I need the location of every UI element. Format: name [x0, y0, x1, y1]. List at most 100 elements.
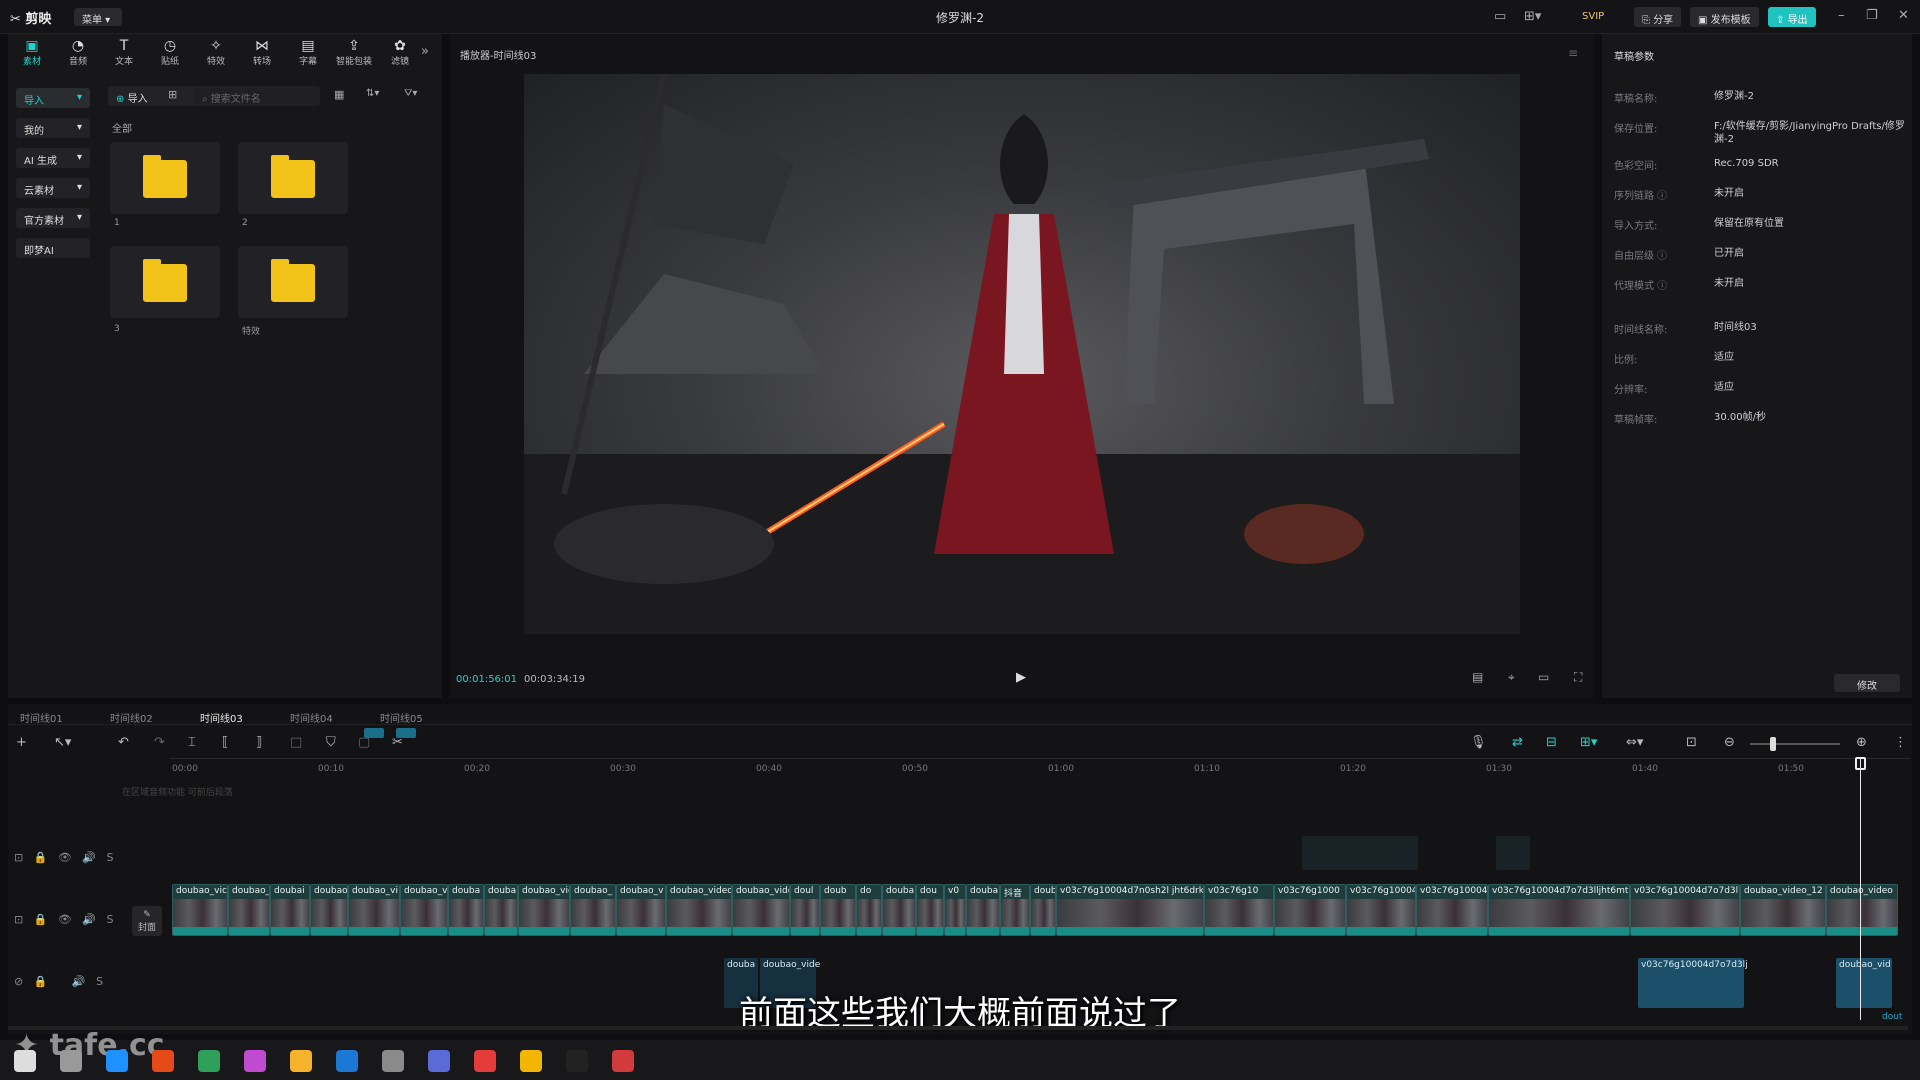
timeline-scrollbar[interactable] — [8, 1026, 1908, 1030]
tool-audio[interactable]: ◔ 音频 — [58, 38, 98, 72]
video-clip[interactable]: v03c76g10004d7o7d3lljht6mt — [1488, 884, 1630, 936]
restore-icon[interactable]: ❐ — [1866, 8, 1878, 23]
more-tools-icon[interactable]: » — [421, 44, 429, 59]
video-clip[interactable]: 抖音 — [1000, 884, 1030, 936]
sidebar-item[interactable]: 云素材 ▾ — [16, 178, 90, 198]
zoom-slider-handle[interactable] — [1770, 737, 1776, 751]
sort-icon[interactable]: ⇅▾ — [366, 88, 379, 99]
video-clip[interactable]: doubao_video — [666, 884, 732, 936]
video-clip[interactable]: doubao_vi — [348, 884, 400, 936]
video-clip[interactable]: doubao_vide — [732, 884, 790, 936]
video-clip[interactable]: doubao_video_12 — [1740, 884, 1826, 936]
sidebar-item[interactable]: 我的 ▾ — [16, 118, 90, 138]
tool-filter[interactable]: ✿ 滤镜 — [380, 38, 420, 72]
store-icon[interactable] — [198, 1050, 220, 1072]
snap-icon[interactable]: ⊟ — [1546, 735, 1557, 750]
player-menu-icon[interactable]: ≡ — [1568, 46, 1578, 60]
link-icon[interactable]: ⇄ — [1512, 735, 1523, 750]
video-clip[interactable]: doubai — [270, 884, 310, 936]
ratio-icon[interactable]: ▭ — [1538, 670, 1549, 684]
video-clip[interactable]: doubao_ — [228, 884, 270, 936]
marker-icon[interactable]: ⛉ — [326, 735, 336, 750]
split-icon[interactable]: ⌶ — [188, 735, 196, 750]
sidebar-item[interactable]: 官方素材 ▾ — [16, 208, 90, 228]
redo-icon[interactable]: ↷ — [154, 735, 165, 750]
video-clip[interactable]: douba — [882, 884, 916, 936]
timeline-tab[interactable]: 时间线03 — [200, 710, 243, 725]
more-icon[interactable]: ⋮ — [1894, 735, 1907, 750]
quality-icon[interactable]: ▤ — [1472, 670, 1483, 684]
search-input[interactable]: ⌕ 搜索文件名 — [194, 86, 320, 106]
zoom-in-icon[interactable]: ⊕ — [1856, 735, 1867, 750]
file-explorer-icon[interactable] — [382, 1050, 404, 1072]
video-clip[interactable]: v03c76g1000 — [1274, 884, 1346, 936]
video-clip[interactable]: do — [856, 884, 882, 936]
chrome-icon[interactable] — [520, 1050, 542, 1072]
folder-2[interactable] — [238, 142, 348, 214]
app-icon[interactable] — [428, 1050, 450, 1072]
video-clip[interactable]: v03c76g10004 — [1416, 884, 1488, 936]
fit-icon[interactable]: ⊡ — [1686, 735, 1697, 750]
search-icon[interactable] — [60, 1050, 82, 1072]
mail-icon[interactable] — [244, 1050, 266, 1072]
video-clip[interactable]: doubao_vid — [518, 884, 570, 936]
video-clip[interactable]: doubao_vic — [172, 884, 228, 936]
timeline-tab[interactable]: 时间线04 — [290, 710, 333, 725]
video-clip[interactable]: doubao_video — [1826, 884, 1898, 936]
video-clip[interactable]: douba — [966, 884, 1000, 936]
media-player-icon[interactable] — [290, 1050, 312, 1072]
microphone-icon[interactable]: 🎙 — [1470, 735, 1487, 750]
play-icon[interactable]: ▶ — [1016, 670, 1026, 685]
timeline-tab[interactable]: 时间线02 — [110, 710, 153, 725]
filter-icon[interactable]: ⛛▾ — [404, 88, 417, 99]
sidebar-item[interactable]: 即梦AI — [16, 238, 90, 258]
start-icon[interactable] — [14, 1050, 36, 1072]
split-left-icon[interactable]: ⟦ — [222, 735, 228, 750]
publish-template-button[interactable]: ▣ 发布模板 — [1690, 7, 1759, 27]
task-view-icon[interactable] — [106, 1050, 128, 1072]
video-clip[interactable]: doubao_ — [570, 884, 616, 936]
record-icon[interactable] — [612, 1050, 634, 1072]
sidebar-item[interactable]: 导入 ▾ — [16, 88, 90, 108]
video-preview[interactable] — [524, 74, 1520, 634]
edge-icon[interactable] — [152, 1050, 174, 1072]
sidebar-item[interactable]: AI 生成 ▾ — [16, 148, 90, 168]
folder-1[interactable] — [110, 142, 220, 214]
video-clip[interactable]: doubao_v — [400, 884, 448, 936]
screenshot-icon[interactable]: ⌖ — [1508, 670, 1515, 685]
tool-subtitle[interactable]: ▤ 字幕 — [288, 38, 328, 72]
folder-3[interactable] — [110, 246, 220, 318]
playhead-handle[interactable] — [1855, 757, 1866, 770]
tool-media[interactable]: ▣ 素材 — [12, 38, 52, 72]
import-button[interactable]: ⊕ 导入 — [108, 86, 200, 106]
close-icon[interactable]: ✕ — [1898, 8, 1909, 23]
grid-view-icon[interactable]: ⊞ — [168, 88, 177, 101]
video-clip[interactable]: doubao_v — [616, 884, 666, 936]
video-clip[interactable]: v0 — [944, 884, 966, 936]
video-clip[interactable]: v03c76g10004d7n0sh2l jht6drk — [1056, 884, 1204, 936]
svip-button[interactable]: SVIP — [1574, 7, 1612, 27]
export-button[interactable]: ⇪ 导出 — [1768, 7, 1816, 27]
track-controls[interactable]: ⊡ 🔒 👁 🔊 S — [14, 851, 114, 864]
delete-icon[interactable]: □ — [290, 735, 302, 750]
playhead[interactable] — [1860, 758, 1861, 1020]
fullscreen-icon[interactable]: ⛶ — [1574, 670, 1582, 685]
video-clip[interactable]: doul — [790, 884, 820, 936]
video-clip[interactable]: douba — [484, 884, 518, 936]
timeline-tab[interactable]: 时间线05 — [380, 710, 423, 725]
tool-package[interactable]: ⇪ 智能包装 — [334, 38, 374, 72]
undo-icon[interactable]: ↶ — [118, 735, 129, 750]
video-clip[interactable]: v03c76g10004 — [1346, 884, 1416, 936]
panel-layout-icon[interactable]: ⊞▾ — [1524, 9, 1541, 24]
track-controls[interactable]: ⊡ 🔒 👁 🔊 S — [14, 913, 114, 926]
add-track-icon[interactable]: + — [16, 735, 27, 750]
folder-effects[interactable] — [238, 246, 348, 318]
video-clip[interactable]: doubao — [310, 884, 348, 936]
tool-effects[interactable]: ✧ 特效 — [196, 38, 236, 72]
share-button[interactable]: ⎘ 分享 — [1634, 7, 1682, 27]
video-clip[interactable]: doub — [1030, 884, 1056, 936]
cover-button[interactable]: ✎ 封面 — [132, 906, 162, 936]
wps-icon[interactable] — [474, 1050, 496, 1072]
preview-axis-icon[interactable]: ⊞▾ — [1580, 735, 1597, 750]
capcut-icon[interactable] — [566, 1050, 588, 1072]
